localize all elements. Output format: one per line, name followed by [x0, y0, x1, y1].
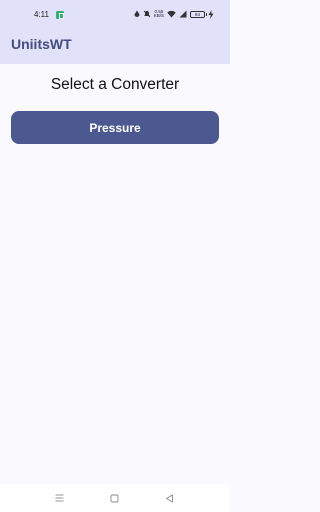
back-icon — [165, 494, 173, 502]
back-button[interactable] — [163, 492, 175, 504]
menu-icon — [55, 494, 63, 502]
navigation-bar — [0, 484, 230, 512]
wifi-icon — [167, 10, 176, 18]
status-bar: 4:11 0.55 KB/S 84 — [0, 0, 230, 30]
network-speed-unit: KB/S — [153, 13, 164, 18]
home-icon — [110, 494, 118, 502]
screen: 4:11 0.55 KB/S 84 UniitsWT Select a Conv… — [0, 0, 230, 512]
battery-icon: 84 — [190, 10, 207, 18]
status-icons: 0.55 KB/S 84 — [134, 8, 214, 20]
signal-icon — [179, 10, 187, 18]
charging-icon — [208, 9, 214, 19]
network-speed: 0.55 KB/S — [153, 9, 164, 19]
recent-apps-button[interactable] — [53, 492, 65, 504]
home-button[interactable] — [108, 492, 120, 504]
app-title: UniitsWT — [11, 36, 72, 52]
notification-app-icon — [56, 11, 64, 19]
pressure-converter-button[interactable]: Pressure — [11, 111, 219, 144]
app-bar: UniitsWT — [0, 30, 230, 64]
status-time: 4:11 — [34, 10, 49, 19]
page-heading: Select a Converter — [50, 76, 180, 93]
battery-level: 84 — [194, 11, 200, 17]
do-not-disturb-icon — [143, 10, 151, 18]
data-saver-icon — [134, 10, 140, 17]
